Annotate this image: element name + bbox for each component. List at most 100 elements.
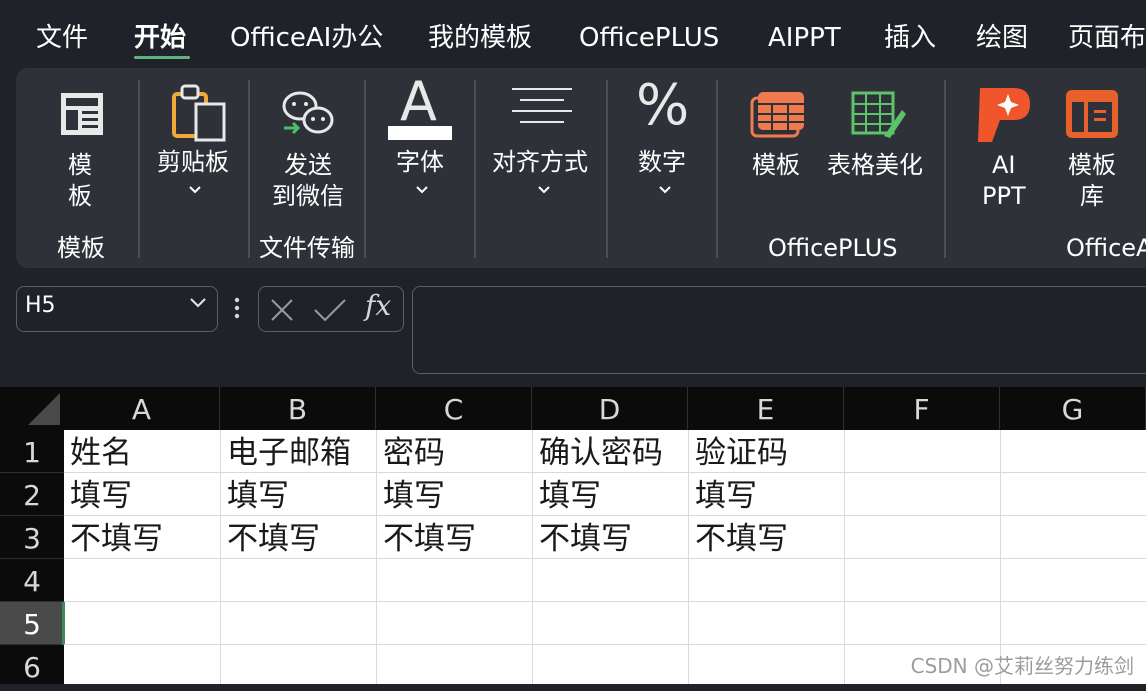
wechat-icon: [282, 91, 334, 135]
column-header-d[interactable]: D: [532, 387, 688, 430]
cell-e2[interactable]: 填写: [695, 476, 757, 516]
template-library-icon: [1066, 90, 1118, 138]
template-button-label-1: 模: [68, 151, 92, 179]
cancel-icon[interactable]: [269, 297, 295, 323]
watermark: CSDN @艾莉丝努力练剑: [910, 654, 1134, 678]
column-header-g[interactable]: G: [1000, 387, 1146, 430]
grid-line: [1000, 430, 1001, 684]
select-all-triangle-icon: [28, 393, 60, 425]
send-wechat-label-1: 发送: [284, 151, 332, 179]
row-header-4[interactable]: 4: [0, 559, 64, 602]
grid-line: [64, 644, 1146, 645]
template-button-label-2: 板: [68, 182, 92, 210]
tab-aippt[interactable]: AIPPT: [768, 20, 841, 56]
column-header-e[interactable]: E: [688, 387, 844, 430]
tab-page-layout[interactable]: 页面布: [1068, 20, 1146, 56]
template-library-label-2: 库: [1080, 182, 1104, 210]
column-header-b[interactable]: B: [220, 387, 376, 430]
grid-line: [64, 601, 1146, 602]
spreadsheet-grid: A B C D E F G 1 2 3 4 5 6 姓名 电子邮箱 密码 确认密…: [0, 387, 1146, 684]
ribbon-separator: [474, 80, 476, 258]
cell-e3[interactable]: 不填写: [695, 519, 788, 559]
font-icon: A: [400, 70, 437, 133]
chevron-down-icon: [538, 186, 550, 194]
chevron-down-icon: [189, 186, 201, 194]
name-box-value: H5: [25, 293, 56, 318]
tab-insert[interactable]: 插入: [884, 20, 936, 56]
cell-d2[interactable]: 填写: [539, 476, 601, 516]
cell-c1[interactable]: 密码: [383, 433, 445, 473]
row-header-6[interactable]: 6: [0, 645, 64, 684]
template-icon: [61, 93, 103, 135]
column-header-a[interactable]: A: [64, 387, 220, 430]
row-header-5[interactable]: 5: [0, 602, 64, 645]
ribbon-separator: [248, 80, 250, 258]
cell-c3[interactable]: 不填写: [383, 519, 476, 559]
ai-ppt-icon: [978, 88, 1030, 142]
percent-icon: %: [636, 73, 690, 138]
row-header-2[interactable]: 2: [0, 473, 64, 516]
tab-file[interactable]: 文件: [36, 20, 88, 56]
tab-officeai[interactable]: OfficeAI办公: [230, 20, 383, 56]
active-tab-indicator: [134, 56, 190, 59]
cell-b1[interactable]: 电子邮箱: [227, 433, 351, 473]
group-label-template: 模板: [57, 234, 105, 262]
grid-line: [844, 430, 845, 684]
ribbon-separator: [364, 80, 366, 258]
grid-line: [688, 430, 689, 684]
ribbon-separator: [606, 80, 608, 258]
ai-ppt-label-2: PPT: [982, 182, 1026, 210]
row-header-1[interactable]: 1: [0, 430, 64, 473]
cell-d3[interactable]: 不填写: [539, 519, 632, 559]
group-label-file-transfer: 文件传输: [259, 234, 355, 262]
cell-a1[interactable]: 姓名: [70, 433, 132, 473]
table-beautify-label: 表格美化: [827, 151, 923, 179]
tab-officeplus[interactable]: OfficePLUS: [579, 20, 719, 56]
alignment-label: 对齐方式: [492, 148, 588, 176]
align-center-icon: [512, 88, 572, 123]
insert-function-icon[interactable]: fx: [365, 289, 391, 322]
select-all-corner[interactable]: [0, 387, 64, 430]
number-label: 数字: [638, 148, 686, 176]
tab-home[interactable]: 开始: [134, 20, 186, 56]
clipboard-icon: [172, 84, 226, 142]
ribbon-separator: [138, 80, 140, 258]
tab-draw[interactable]: 绘图: [976, 20, 1028, 56]
chevron-down-icon[interactable]: [189, 297, 207, 309]
formula-actions: fx: [258, 286, 404, 332]
font-color-bar: [388, 126, 452, 140]
confirm-check-icon[interactable]: [313, 297, 347, 323]
ai-ppt-label-1: AI: [992, 151, 1016, 179]
name-box[interactable]: H5: [16, 286, 218, 332]
send-wechat-label-2: 到微信: [272, 182, 344, 210]
cell-b3[interactable]: 不填写: [227, 519, 320, 559]
chevron-down-icon: [659, 186, 671, 194]
cell-a3[interactable]: 不填写: [70, 519, 163, 559]
ribbon-tab-bar: 文件 开始 OfficeAI办公 我的模板 OfficePLUS AIPPT 插…: [0, 0, 1146, 78]
clipboard-label: 剪贴板: [157, 148, 229, 176]
group-label-officeai: OfficeA: [1066, 234, 1146, 262]
chevron-down-icon: [416, 186, 428, 194]
row-header-3[interactable]: 3: [0, 516, 64, 559]
column-header-c[interactable]: C: [376, 387, 532, 430]
grid-line: [532, 430, 533, 684]
cell-e1[interactable]: 验证码: [695, 433, 788, 473]
tab-my-templates[interactable]: 我的模板: [428, 20, 532, 56]
template-grid-icon: [750, 92, 804, 138]
ribbon-separator: [716, 80, 718, 258]
more-options-icon[interactable]: [234, 296, 240, 320]
template-library-label-1: 模板: [1068, 151, 1116, 179]
cell-c2[interactable]: 填写: [383, 476, 445, 516]
cell-b2[interactable]: 填写: [227, 476, 289, 516]
font-label: 字体: [396, 148, 444, 176]
cell-d1[interactable]: 确认密码: [539, 433, 663, 473]
officeplus-template-label: 模板: [752, 151, 800, 179]
grid-line: [220, 430, 221, 684]
grid-line: [376, 430, 377, 684]
selected-row-indicator: [62, 602, 65, 645]
group-label-officeplus: OfficePLUS: [768, 234, 898, 262]
ribbon-separator: [944, 80, 946, 258]
cell-a2[interactable]: 填写: [70, 476, 132, 516]
column-header-f[interactable]: F: [844, 387, 1000, 430]
formula-input[interactable]: [412, 286, 1146, 374]
